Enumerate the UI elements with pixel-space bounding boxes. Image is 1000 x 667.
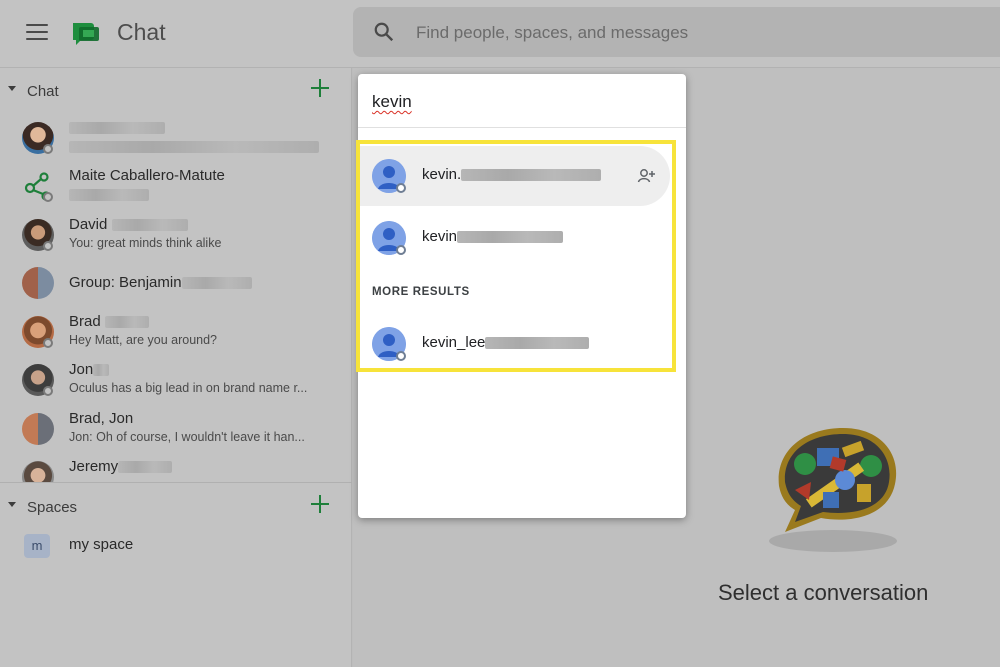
app-title: Chat bbox=[117, 19, 166, 45]
chat-item-preview bbox=[69, 139, 319, 153]
spaces-section-label: Spaces bbox=[27, 499, 78, 516]
status-icon bbox=[43, 192, 53, 202]
spaces-section-header[interactable]: Spaces bbox=[0, 486, 352, 526]
chat-item-preview: You: great minds think alike bbox=[69, 236, 222, 250]
section-divider bbox=[0, 482, 352, 483]
space-item[interactable]: m my space bbox=[0, 524, 352, 564]
chat-item-name: Maite Caballero-Matute bbox=[69, 167, 225, 184]
search-icon bbox=[374, 22, 394, 42]
new-chat-plus-icon[interactable] bbox=[311, 79, 329, 97]
chat-item-name: Brad bbox=[69, 313, 149, 330]
chat-item[interactable]: Group: Benjamin bbox=[0, 261, 352, 309]
chat-logo-icon bbox=[73, 23, 99, 45]
search-bar[interactable]: Find people, spaces, and messages bbox=[353, 7, 1000, 57]
chat-item[interactable] bbox=[0, 116, 352, 164]
search-placeholder: Find people, spaces, and messages bbox=[416, 23, 689, 42]
caret-down-icon[interactable] bbox=[8, 502, 16, 507]
empty-state-text: Select a conversation bbox=[718, 580, 929, 605]
chat-section-header[interactable]: Chat bbox=[0, 70, 352, 110]
chat-item-preview bbox=[69, 187, 149, 201]
group-avatar bbox=[22, 267, 54, 299]
chat-item[interactable]: David You: great minds think alike bbox=[0, 213, 352, 261]
chat-item-preview: Hey Matt, are you around? bbox=[69, 333, 217, 347]
dropdown-divider bbox=[358, 127, 686, 128]
chat-item-name: Jeremy bbox=[69, 458, 173, 475]
chat-section-label: Chat bbox=[27, 83, 59, 100]
search-query-text[interactable]: kevin bbox=[372, 92, 412, 112]
status-icon bbox=[43, 338, 53, 348]
top-bar: Chat Find people, spaces, and messages bbox=[0, 0, 1000, 68]
chat-item-name: Group: Benjamin bbox=[69, 274, 252, 291]
chat-item-name: Brad, Jon bbox=[69, 410, 134, 427]
space-label: my space bbox=[69, 536, 134, 553]
chat-item[interactable]: Maite Caballero-Matute bbox=[0, 164, 352, 212]
avatar bbox=[22, 461, 54, 482]
menu-icon[interactable] bbox=[26, 24, 48, 42]
status-icon bbox=[43, 241, 53, 251]
status-icon bbox=[43, 386, 53, 396]
chat-item[interactable]: Jon Oculus has a big lead in on brand na… bbox=[0, 358, 352, 406]
chat-item-preview: Oculus has a big lead in on brand name r… bbox=[69, 381, 308, 395]
group-avatar bbox=[22, 413, 54, 445]
chat-item[interactable]: Jeremy bbox=[0, 455, 352, 482]
chat-item-preview: Jon: Oh of course, I wouldn't leave it h… bbox=[69, 430, 305, 444]
status-icon bbox=[43, 144, 53, 154]
new-space-plus-icon[interactable] bbox=[311, 495, 329, 513]
chat-item-name: David bbox=[69, 216, 188, 233]
chat-item[interactable]: Brad, Jon Jon: Oh of course, I wouldn't … bbox=[0, 407, 352, 455]
chat-item-name bbox=[69, 119, 165, 136]
space-badge: m bbox=[24, 534, 50, 558]
highlight-annotation bbox=[356, 140, 676, 372]
sidebar: Chat Maite Caballero-Matute David You: g… bbox=[0, 68, 352, 667]
chat-item-name: Jon bbox=[69, 361, 110, 378]
caret-down-icon[interactable] bbox=[8, 86, 16, 91]
chat-item[interactable]: Brad Hey Matt, are you around? bbox=[0, 310, 352, 358]
conversation-illustration bbox=[769, 428, 897, 552]
